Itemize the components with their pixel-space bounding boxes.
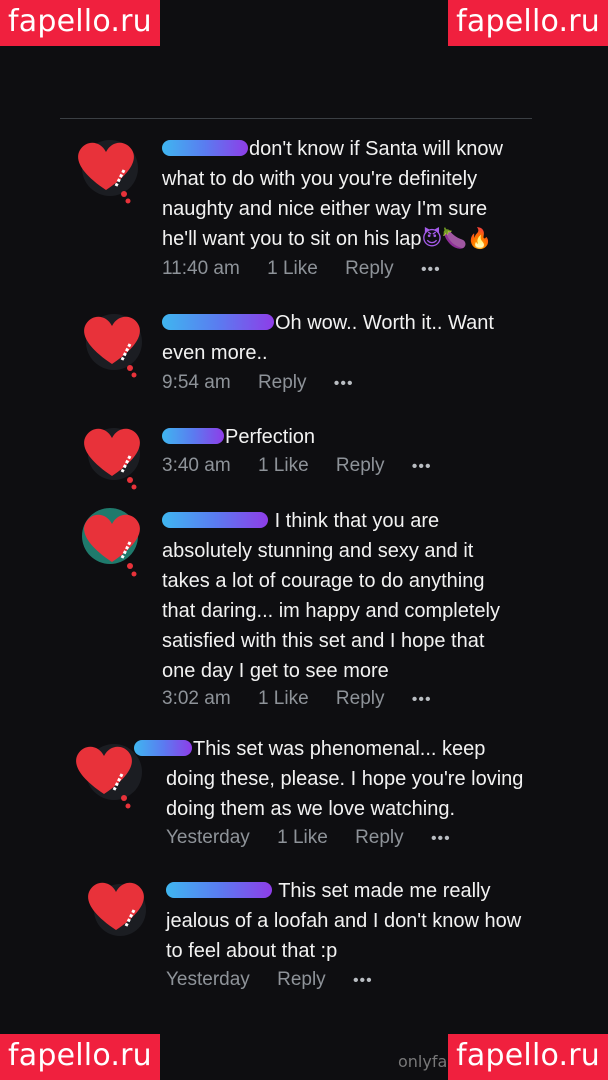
divider bbox=[60, 118, 532, 119]
more-dots-icon[interactable]: ••• bbox=[412, 691, 432, 708]
watermark-top-left: fapello.ru bbox=[0, 0, 160, 46]
watermark-bottom-left: fapello.ru bbox=[0, 1034, 160, 1080]
like-count[interactable]: 1 Like bbox=[258, 688, 309, 709]
timestamp: 11:40 am bbox=[162, 258, 240, 279]
heart-avatar-icon[interactable] bbox=[78, 306, 148, 381]
reply-button[interactable]: Reply bbox=[355, 827, 404, 848]
comment-text: I think that you are absolutely stunning… bbox=[162, 510, 500, 682]
comment-text: don't know if Santa will know what to do… bbox=[162, 138, 503, 250]
more-dots-icon[interactable]: ••• bbox=[431, 830, 451, 847]
comment-text: Perfection bbox=[162, 422, 512, 452]
more-dots-icon[interactable]: ••• bbox=[353, 972, 373, 989]
more-dots-icon[interactable]: ••• bbox=[334, 375, 354, 392]
comment-meta: Yesterday Reply ••• bbox=[166, 969, 395, 991]
reply-button[interactable]: Reply bbox=[277, 969, 326, 990]
devil-emoji: 😈 bbox=[421, 228, 443, 250]
reply-button[interactable]: Reply bbox=[336, 455, 385, 476]
eggplant-emoji: 🍆 bbox=[442, 228, 468, 250]
reply-button[interactable]: Reply bbox=[345, 258, 394, 279]
comment-text: This set made me really jealous of a loo… bbox=[166, 880, 522, 962]
timestamp: 9:54 am bbox=[162, 372, 231, 393]
username-redacted[interactable] bbox=[162, 139, 248, 156]
heart-avatar-icon[interactable] bbox=[80, 418, 150, 493]
more-dots-icon[interactable]: ••• bbox=[421, 261, 441, 278]
like-count[interactable]: 1 Like bbox=[267, 258, 318, 279]
heart-avatar-icon[interactable] bbox=[84, 876, 154, 951]
timestamp: 3:40 am bbox=[162, 455, 231, 476]
username-redacted[interactable] bbox=[162, 427, 224, 444]
more-dots-icon[interactable]: ••• bbox=[412, 458, 432, 475]
timestamp: Yesterday bbox=[166, 969, 250, 990]
watermark-top-right: fapello.ru bbox=[448, 0, 608, 46]
timestamp: 3:02 am bbox=[162, 688, 231, 709]
fire-emoji: 🔥 bbox=[467, 228, 493, 250]
timestamp: Yesterday bbox=[166, 827, 250, 848]
reply-button[interactable]: Reply bbox=[336, 688, 385, 709]
username-redacted[interactable] bbox=[134, 739, 192, 756]
username-redacted[interactable] bbox=[162, 511, 268, 528]
comment-meta: Yesterday 1 Like Reply ••• bbox=[166, 827, 473, 849]
footer-text: onlyfa bbox=[398, 1052, 448, 1071]
comment-meta: 9:54 am Reply ••• bbox=[162, 372, 376, 394]
like-count[interactable]: 1 Like bbox=[258, 455, 309, 476]
username-redacted[interactable] bbox=[162, 313, 274, 330]
like-count[interactable]: 1 Like bbox=[277, 827, 328, 848]
heart-avatar-icon[interactable] bbox=[80, 506, 150, 581]
reply-button[interactable]: Reply bbox=[258, 372, 307, 393]
comment-meta: 3:40 am 1 Like Reply ••• bbox=[162, 455, 454, 477]
comment-text: This set was phenomenal... keep doing th… bbox=[134, 734, 528, 824]
comment-text: Oh wow.. Worth it.. Want even more.. bbox=[162, 312, 494, 364]
watermark-bottom-right: fapello.ru bbox=[448, 1034, 608, 1080]
heart-avatar-icon[interactable] bbox=[72, 130, 142, 205]
comment-meta: 3:02 am 1 Like Reply ••• bbox=[162, 688, 454, 710]
comment-meta: 11:40 am 1 Like Reply ••• bbox=[162, 258, 463, 280]
username-redacted[interactable] bbox=[166, 881, 272, 898]
